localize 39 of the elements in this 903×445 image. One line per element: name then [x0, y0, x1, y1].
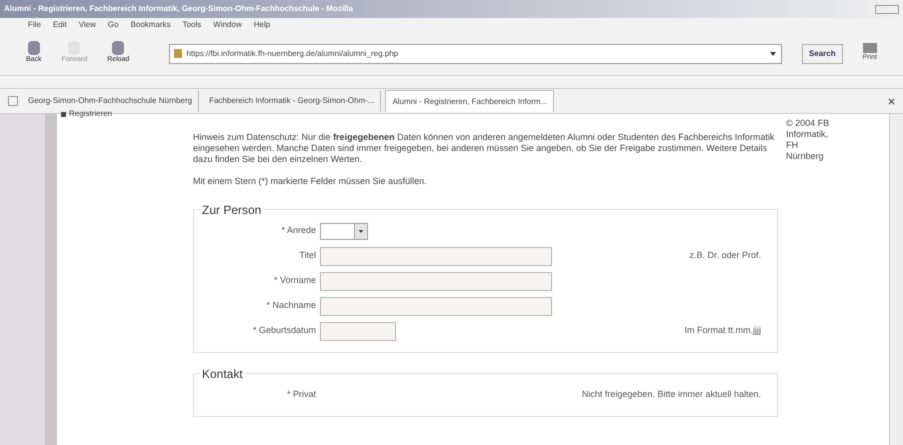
- required-note: Mit einem Stern (*) markierte Felder müssen Sie ausfüllen.: [193, 175, 428, 188]
- menu-item[interactable]: Tools: [182, 19, 202, 31]
- menu-item[interactable]: View: [78, 19, 96, 31]
- browser-tab[interactable]: Alumni - Registrieren, Fachbereich Inform...: [385, 90, 554, 112]
- menu-item[interactable]: Edit: [52, 19, 67, 31]
- field-label: * Nachname: [265, 299, 317, 312]
- menu-item[interactable]: File: [28, 19, 41, 31]
- dropdown-icon[interactable]: [768, 50, 777, 58]
- address-field[interactable]: https://fbi.informatik.fh-nuernberg.de/alumni/alumni_reg.php: [169, 44, 782, 64]
- menu-item[interactable]: Go: [108, 19, 119, 31]
- input-field[interactable]: [320, 296, 552, 316]
- menu-item[interactable]: Window: [213, 19, 242, 31]
- field-label: * Privat: [286, 388, 317, 402]
- caret-icon: [354, 224, 367, 238]
- lock-icon: [174, 49, 182, 58]
- input-field[interactable]: [320, 272, 552, 290]
- section-title: Kontakt: [201, 366, 244, 382]
- field-hint: Im Format tt.mm.jjjj: [684, 324, 761, 338]
- copyright-text: © 2004 FB Informatik, FH Nürnberg: [786, 118, 830, 162]
- date-field[interactable]: [320, 322, 396, 340]
- window-title: Alumni - Registrieren, Fachbereich Informatik, Georg-Simon-Ohm-Fachhochschule - Mozilla: [4, 3, 353, 15]
- menu-item[interactable]: Bookmarks: [130, 19, 171, 31]
- field-label: * Geburtsdatum: [252, 324, 317, 338]
- field-hint: z.B. Dr. oder Prof.: [689, 249, 761, 262]
- field-label: Titel: [298, 249, 317, 262]
- field-label: * Vorname: [272, 274, 317, 288]
- close-tab-icon[interactable]: [888, 98, 895, 104]
- section-title: Zur Person: [201, 202, 262, 218]
- search-button[interactable]: Search: [802, 44, 843, 64]
- scrollbar[interactable]: [889, 114, 903, 445]
- privacy-notice: Hinweis zum Datenschutz: Nur die freigegebenen Daten können von anderen angemeldeten Alumni oder Studenten des Fachbereichs Informatik eingesehen werden. Manche Daten sind immer freigegeben, bei anderen müssen Sie angeben, ob Sie der Freigabe zustimmen. Weitere Details dazu finden Sie bei den einzelnen Werten.: [193, 132, 776, 165]
- menu-item[interactable]: Help: [254, 19, 270, 31]
- field-label: * Anrede: [280, 224, 317, 238]
- url-text: https://fbi.informatik.fh-nuernberg.de/alumni/alumni_reg.php: [186, 48, 400, 60]
- field-hint: Nicht freigegeben. Bitte immer aktuell halten.: [582, 388, 761, 402]
- input-field[interactable]: [320, 246, 552, 266]
- tab-list-icon[interactable]: [8, 96, 18, 106]
- bullet-icon: [61, 112, 66, 116]
- salutation-select[interactable]: [320, 222, 368, 240]
